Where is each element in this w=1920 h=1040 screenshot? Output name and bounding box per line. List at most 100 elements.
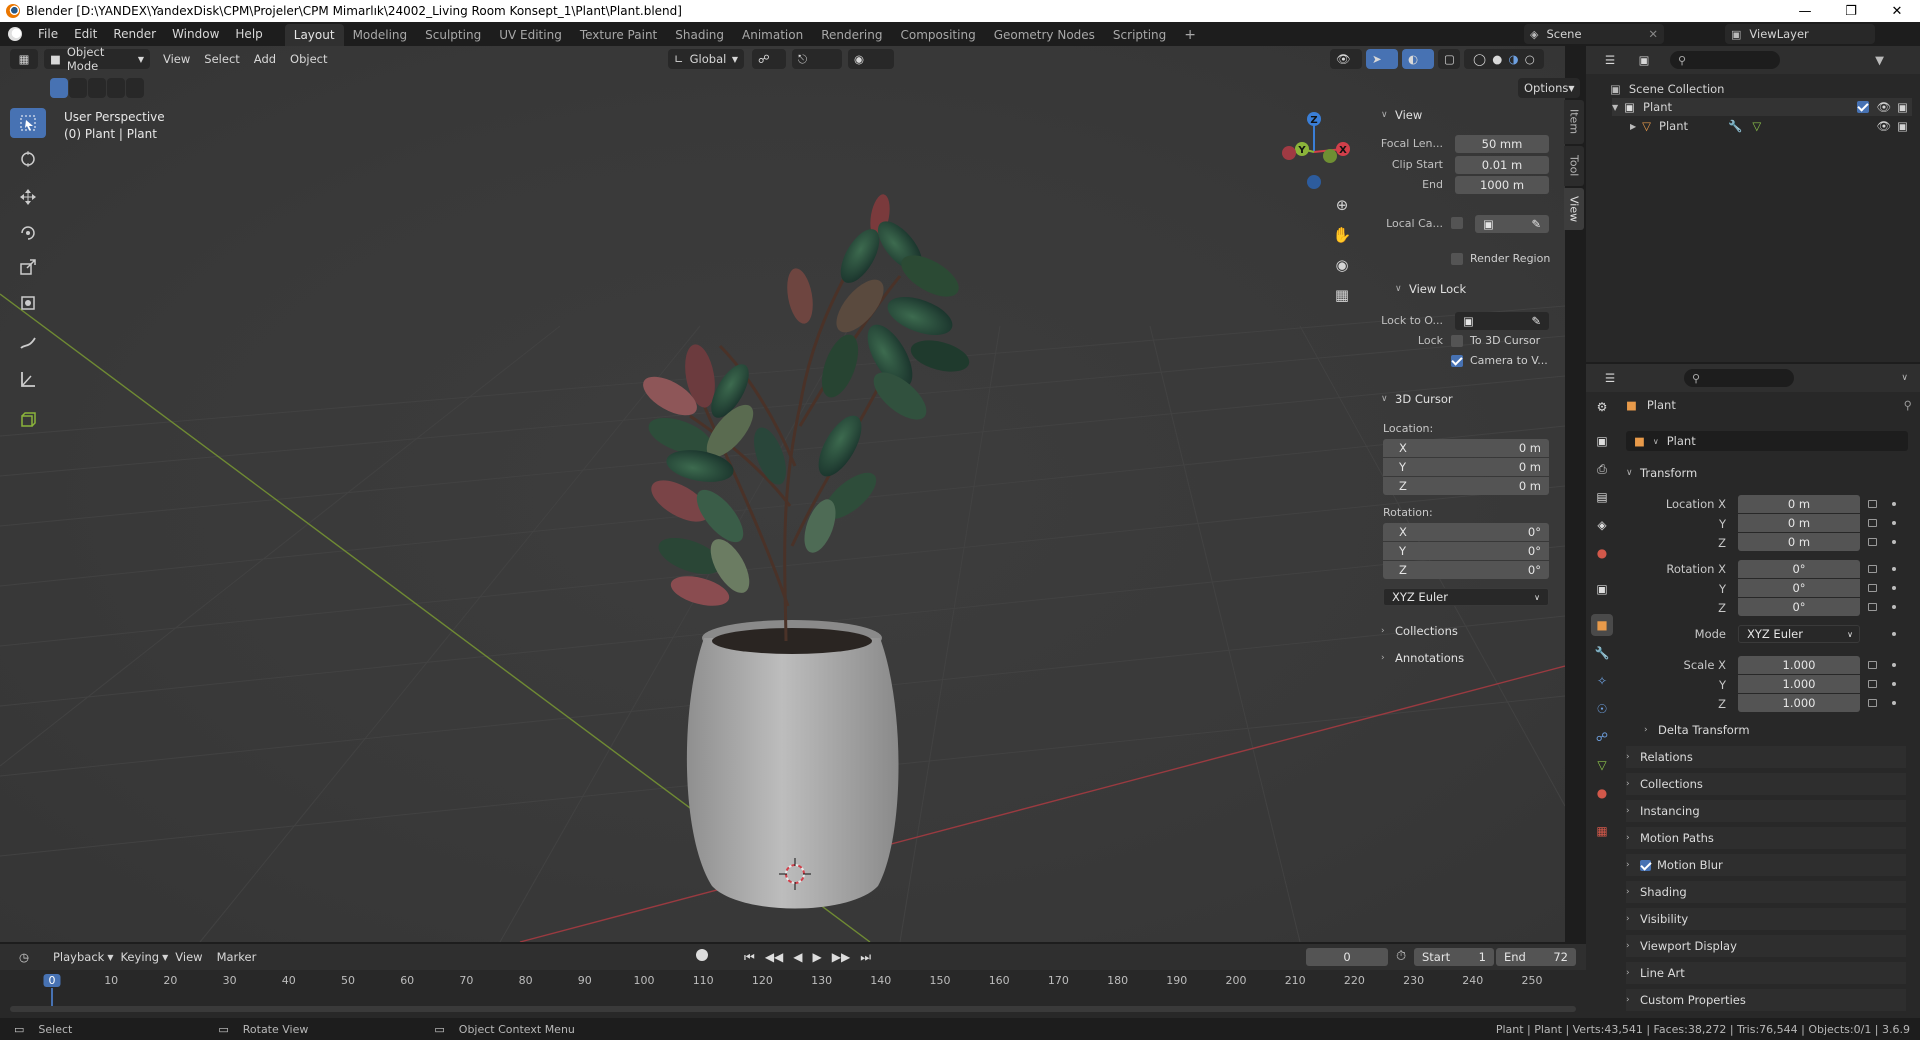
tab-geometry-nodes[interactable]: Geometry Nodes <box>985 24 1104 46</box>
keyframe-dot-icon[interactable] <box>1892 502 1896 506</box>
end-frame-field[interactable]: End 72 <box>1496 948 1576 966</box>
play-icon[interactable]: ▶ <box>813 950 822 964</box>
motion-paths-section-header[interactable]: › Motion Paths <box>1626 827 1906 849</box>
rotation-mode-dropdown[interactable]: XYZ Euler ∨ <box>1738 625 1860 643</box>
jump-end-icon[interactable]: ⏭ <box>860 950 871 965</box>
start-frame-field[interactable]: Start 1 <box>1414 948 1494 966</box>
lock-icon[interactable] <box>1868 519 1877 527</box>
tab-tool[interactable]: Tool <box>1564 146 1584 186</box>
menu-keying[interactable]: Keying <box>113 944 166 970</box>
current-frame-field[interactable]: 0 <box>1306 948 1388 966</box>
keyframe-dot-icon[interactable] <box>1892 632 1896 636</box>
navigation-gizmo[interactable]: Z X Y <box>1282 112 1350 189</box>
frame-ruler[interactable]: 0 10 20 30 40 50 60 70 80 90 100 110 120 130 140 150 160… <box>0 970 1586 1012</box>
local-camera-checkbox[interactable] <box>1451 217 1463 229</box>
line-art-section-header[interactable]: › Line Art <box>1626 962 1906 984</box>
collections-section-header[interactable]: › Collections <box>1381 620 1458 642</box>
lock-icon[interactable] <box>1868 661 1877 669</box>
material-properties-icon[interactable]: ● <box>1591 782 1613 804</box>
focal-length-field[interactable]: 50 mm <box>1455 135 1549 153</box>
close-button[interactable]: ✕ <box>1874 0 1920 22</box>
lock-icon[interactable] <box>1868 500 1877 508</box>
local-camera-field[interactable]: ▣ ✎ <box>1475 215 1549 233</box>
particles-properties-icon[interactable]: ✧ <box>1591 670 1613 692</box>
to-3d-cursor-checkbox[interactable] <box>1451 335 1463 347</box>
jump-start-icon[interactable]: ⏮ <box>744 950 755 965</box>
clip-end-field[interactable]: 1000 m <box>1455 176 1549 194</box>
menu-marker[interactable]: Marker <box>210 944 264 970</box>
material-shading-icon[interactable]: ◑ <box>1509 52 1519 66</box>
tab-view[interactable]: View <box>1564 188 1584 230</box>
modifier-wrench-icon[interactable]: 🔧 <box>1728 119 1742 133</box>
transform-section-header[interactable]: ∨ Transform <box>1626 462 1906 484</box>
pivot-point-dropdown[interactable]: ☍ <box>752 49 786 69</box>
lock-icon[interactable] <box>1868 680 1877 688</box>
texture-properties-icon[interactable]: ▦ <box>1591 820 1613 842</box>
camera-render-icon[interactable]: ▣ <box>1897 100 1908 114</box>
scene-collection-row[interactable]: ▣ Scene Collection <box>1610 80 1724 98</box>
delta-transform-section-header[interactable]: › Delta Transform <box>1644 719 1920 741</box>
scale-x-field[interactable]: 1.000 <box>1738 656 1860 674</box>
camera-to-view-checkbox[interactable] <box>1451 355 1463 367</box>
location-x-field[interactable]: 0 m <box>1738 495 1860 513</box>
keyframe-dot-icon[interactable] <box>1892 701 1896 705</box>
physics-properties-icon[interactable]: ☉ <box>1591 698 1613 720</box>
proportional-editing-icon[interactable]: ◉ <box>848 49 894 69</box>
view-layer-selector[interactable]: ▣ ViewLayer <box>1725 24 1875 44</box>
view-layer-properties-icon[interactable]: ▤ <box>1591 486 1613 508</box>
keyframe-dot-icon[interactable] <box>1892 586 1896 590</box>
motion-blur-section-header[interactable]: › Motion Blur <box>1626 854 1906 876</box>
camera-view-icon[interactable]: ◉ <box>1330 256 1354 286</box>
camera-render-icon[interactable]: ▣ <box>1897 119 1908 133</box>
collection-properties-icon[interactable]: ▣ <box>1591 578 1613 600</box>
relations-section-header[interactable]: › Relations <box>1626 746 1906 768</box>
tab-rendering[interactable]: Rendering <box>812 24 891 46</box>
cursor-location-z-field[interactable]: Z0 m <box>1383 477 1549 495</box>
custom-properties-section-header[interactable]: › Custom Properties <box>1626 989 1906 1011</box>
mode-selector[interactable]: ■ Object Mode ▼ <box>44 45 150 73</box>
tab-layout[interactable]: Layout <box>284 23 344 46</box>
tab-animation[interactable]: Animation <box>733 24 812 46</box>
keyframe-dot-icon[interactable] <box>1892 663 1896 667</box>
gizmo-toggle-icon[interactable]: ➤ <box>1366 49 1398 69</box>
clock-editor-icon[interactable]: ◷ <box>10 947 38 967</box>
editor-type-icon[interactable]: ☰ <box>1596 368 1624 388</box>
chevron-right-icon[interactable]: ▶ <box>1630 122 1636 131</box>
pin-icon[interactable]: ⚲ <box>1904 398 1912 412</box>
menu-render[interactable]: Render <box>105 22 164 46</box>
menu-help[interactable]: Help <box>227 22 270 46</box>
shading-mode-buttons[interactable]: ◯ ● ◑ ○ <box>1464 49 1544 69</box>
rotation-z-field[interactable]: 0° <box>1738 598 1860 616</box>
scale-tool-icon[interactable] <box>10 252 46 282</box>
object-properties-icon[interactable]: ■ <box>1591 614 1613 636</box>
outliner-search-input[interactable]: ⚲ <box>1670 51 1780 69</box>
overlay-toggle-icon[interactable]: ◐ <box>1402 49 1434 69</box>
minimize-button[interactable]: — <box>1782 0 1828 22</box>
editor-type-icon[interactable]: ▦ <box>10 49 38 69</box>
menu-file[interactable]: File <box>30 22 66 46</box>
visibility-section-header[interactable]: › Visibility <box>1626 908 1906 930</box>
rotation-y-field[interactable]: 0° <box>1738 579 1860 597</box>
scale-z-field[interactable]: 1.000 <box>1738 694 1860 712</box>
rotate-tool-icon[interactable] <box>10 218 46 248</box>
options-dropdown[interactable]: Options ▼ <box>1518 78 1580 98</box>
filter-icon[interactable]: ▼ <box>1875 53 1884 67</box>
cursor-rotation-z-field[interactable]: Z 0° <box>1383 561 1549 579</box>
visibility-icon[interactable]: 👁 <box>1330 49 1362 69</box>
jump-keyframe-back-icon[interactable]: ◀◀ <box>765 950 783 964</box>
play-reverse-icon[interactable]: ◀ <box>793 950 802 964</box>
lock-icon[interactable] <box>1868 699 1877 707</box>
exclude-checkbox[interactable] <box>1856 101 1869 113</box>
close-icon[interactable]: ✕ <box>1648 27 1658 41</box>
tab-scripting[interactable]: Scripting <box>1104 24 1175 46</box>
keyframe-dot-icon[interactable] <box>1892 521 1896 525</box>
annotations-section-header[interactable]: › Annotations <box>1381 647 1464 669</box>
view-section-header[interactable]: ∨ View <box>1381 104 1422 126</box>
menu-window[interactable]: Window <box>164 22 227 46</box>
wireframe-shading-icon[interactable]: ◯ <box>1473 52 1486 66</box>
move-tool-icon[interactable] <box>10 182 46 212</box>
menu-add[interactable]: Add <box>247 46 283 72</box>
cursor-location-y-field[interactable]: Y0 m <box>1383 458 1549 476</box>
scale-y-field[interactable]: 1.000 <box>1738 675 1860 693</box>
eye-icon[interactable]: 👁 <box>1877 119 1892 133</box>
